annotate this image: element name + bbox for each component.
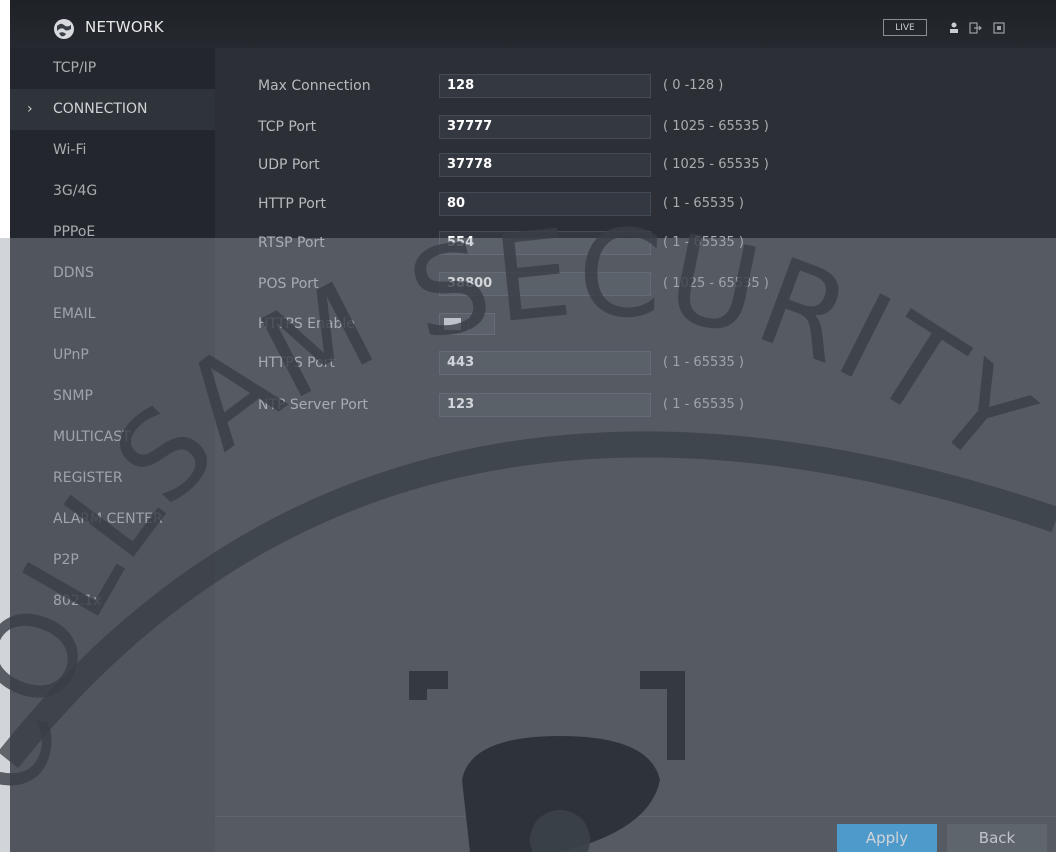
- sidebar: TCP/IP › CONNECTION Wi-Fi 3G/4G PPPoE DDN…: [10, 48, 215, 852]
- udp-port-row: UDP Port 37778 ( 1025 - 65535 ): [215, 147, 1056, 183]
- network-globe-icon: [54, 19, 74, 39]
- app-window: NETWORK LIVE TCP/IP › CONNECTION Wi-Fi 3G…: [10, 0, 1056, 852]
- sidebar-item-label: EMAIL: [53, 306, 96, 322]
- pos-port-label: POS Port: [258, 276, 319, 292]
- ntp-server-port-range: ( 1 - 65535 ): [663, 397, 744, 412]
- ntp-server-port-row: NTP Server Port 123 ( 1 - 65535 ): [215, 387, 1056, 423]
- udp-port-range: ( 1025 - 65535 ): [663, 157, 769, 172]
- ntp-server-port-label: NTP Server Port: [258, 397, 369, 413]
- live-button[interactable]: LIVE: [883, 19, 927, 36]
- max-connection-input[interactable]: 128: [439, 74, 651, 98]
- udp-port-label: UDP Port: [258, 157, 320, 173]
- sidebar-item-tcp-ip[interactable]: TCP/IP: [10, 48, 215, 89]
- chevron-right-icon: ›: [27, 101, 33, 117]
- sidebar-item-label: REGISTER: [53, 470, 123, 486]
- sidebar-item-label: UPnP: [53, 347, 89, 363]
- sidebar-item-label: PPPoE: [53, 224, 96, 240]
- sidebar-item-802-1x[interactable]: 802.1x: [10, 581, 215, 622]
- https-port-label: HTTPS Port: [258, 355, 335, 371]
- logout-icon[interactable]: [968, 21, 982, 35]
- sidebar-item-3g-4g[interactable]: 3G/4G: [10, 171, 215, 212]
- https-enable-row: HTTPS Enable: [215, 306, 1056, 342]
- ntp-server-port-input[interactable]: 123: [439, 393, 651, 417]
- http-port-input[interactable]: 80: [439, 192, 651, 216]
- pos-port-row: POS Port 38800 ( 1025 - 65535 ): [215, 266, 1056, 302]
- http-port-row: HTTP Port 80 ( 1 - 65535 ): [215, 186, 1056, 222]
- tcp-port-row: TCP Port 37777 ( 1025 - 65535 ): [215, 109, 1056, 145]
- sidebar-item-label: 802.1x: [53, 593, 102, 609]
- tcp-port-label: TCP Port: [258, 119, 317, 135]
- pos-port-range: ( 1025 - 65535 ): [663, 276, 769, 291]
- sidebar-item-snmp[interactable]: SNMP: [10, 376, 215, 417]
- sidebar-item-label: CONNECTION: [53, 101, 148, 117]
- tcp-port-input[interactable]: 37777: [439, 115, 651, 139]
- https-enable-label: HTTPS Enable: [258, 316, 355, 332]
- sidebar-item-p2p[interactable]: P2P: [10, 540, 215, 581]
- pos-port-input[interactable]: 38800: [439, 272, 651, 296]
- sidebar-item-upnp[interactable]: UPnP: [10, 335, 215, 376]
- max-connection-row: Max Connection 128 ( 0 -128 ): [215, 68, 1056, 104]
- sidebar-item-wifi[interactable]: Wi-Fi: [10, 130, 215, 171]
- http-port-label: HTTP Port: [258, 196, 327, 212]
- https-port-range: ( 1 - 65535 ): [663, 355, 744, 370]
- rtsp-port-input[interactable]: 554: [439, 231, 651, 255]
- fullscreen-icon[interactable]: [992, 21, 1006, 35]
- sidebar-item-label: TCP/IP: [53, 60, 97, 76]
- apply-button[interactable]: Apply: [837, 824, 937, 852]
- sidebar-item-connection[interactable]: › CONNECTION: [10, 89, 215, 130]
- https-enable-toggle[interactable]: [439, 313, 495, 335]
- sidebar-item-label: 3G/4G: [53, 183, 98, 199]
- sidebar-item-label: SNMP: [53, 388, 93, 404]
- page-title: NETWORK: [85, 18, 164, 36]
- https-port-row: HTTPS Port 443 ( 1 - 65535 ): [215, 345, 1056, 381]
- udp-port-input[interactable]: 37778: [439, 153, 651, 177]
- user-icon[interactable]: [947, 21, 961, 35]
- sidebar-item-label: MULTICAST: [53, 429, 131, 445]
- footer-divider: [215, 816, 1056, 817]
- sidebar-item-multicast[interactable]: MULTICAST: [10, 417, 215, 458]
- top-bar: NETWORK LIVE: [10, 0, 1056, 48]
- tcp-port-range: ( 1025 - 65535 ): [663, 119, 769, 134]
- sidebar-item-label: P2P: [53, 552, 79, 568]
- back-button[interactable]: Back: [947, 824, 1047, 852]
- max-connection-range: ( 0 -128 ): [663, 78, 724, 93]
- sidebar-item-register[interactable]: REGISTER: [10, 458, 215, 499]
- http-port-range: ( 1 - 65535 ): [663, 196, 744, 211]
- rtsp-port-label: RTSP Port: [258, 235, 325, 251]
- rtsp-port-row: RTSP Port 554 ( 1 - 65535 ): [215, 225, 1056, 261]
- sidebar-item-label: ALARM CENTER: [53, 511, 163, 527]
- toggle-knob: [444, 318, 461, 330]
- toggle-divider: [468, 317, 469, 331]
- connection-settings-panel: Max Connection 128 ( 0 -128 ) TCP Port 3…: [215, 48, 1056, 852]
- sidebar-item-ddns[interactable]: DDNS: [10, 253, 215, 294]
- rtsp-port-range: ( 1 - 65535 ): [663, 235, 744, 250]
- max-connection-label: Max Connection: [258, 78, 371, 94]
- sidebar-item-pppoe[interactable]: PPPoE: [10, 212, 215, 253]
- sidebar-item-email[interactable]: EMAIL: [10, 294, 215, 335]
- sidebar-item-label: Wi-Fi: [53, 142, 87, 158]
- sidebar-item-label: DDNS: [53, 265, 94, 281]
- https-port-input[interactable]: 443: [439, 351, 651, 375]
- sidebar-item-alarm-center[interactable]: ALARM CENTER: [10, 499, 215, 540]
